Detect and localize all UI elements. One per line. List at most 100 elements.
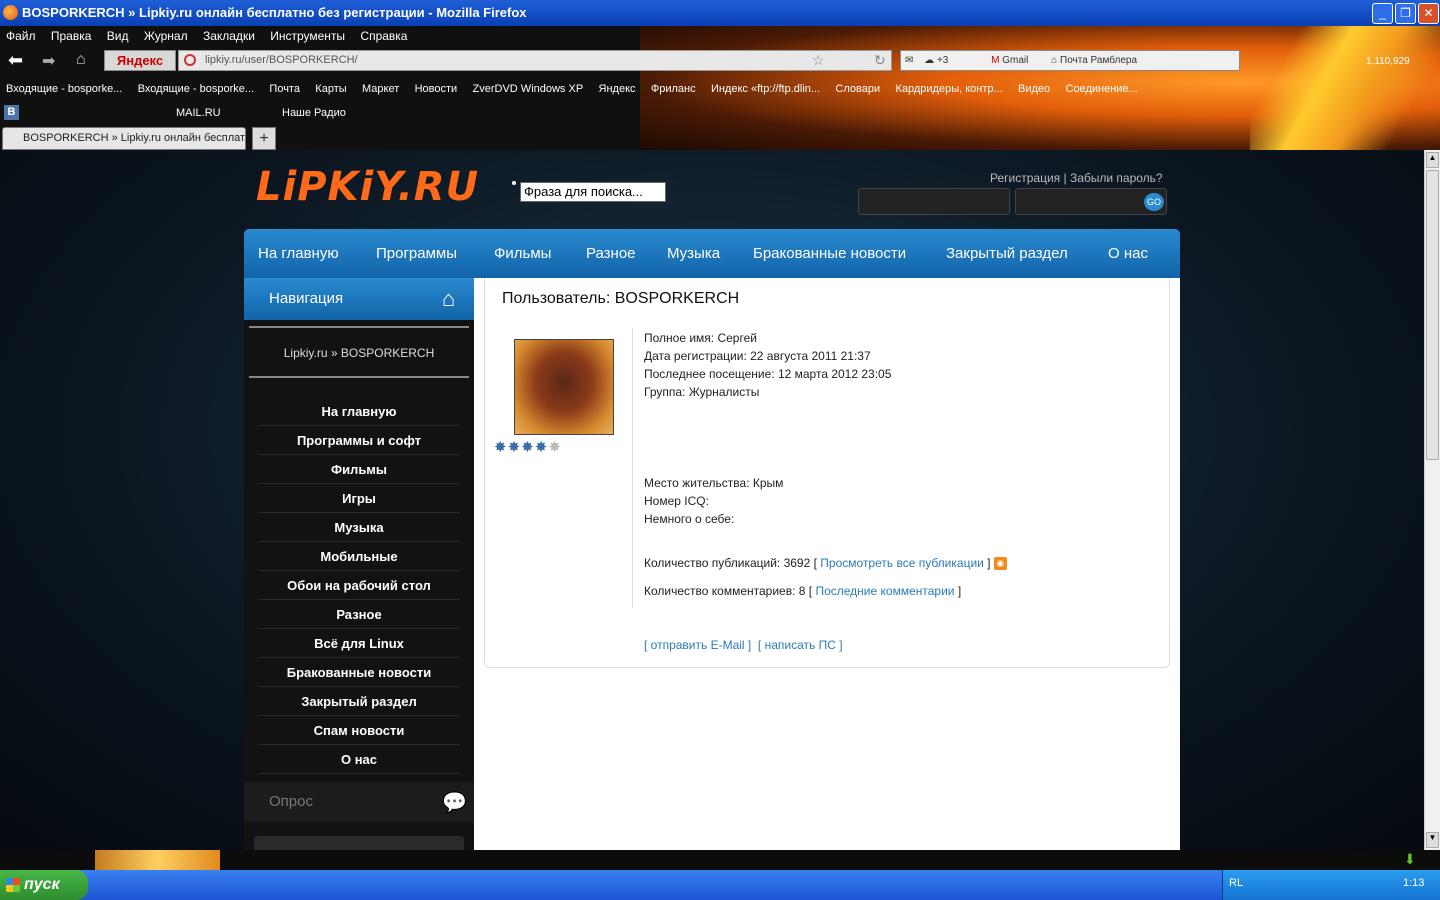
- browser-tab[interactable]: BOSPORKERCH » Lipkiy.ru онлайн бесплат..…: [2, 127, 246, 150]
- sidebar-item-linux[interactable]: Всё для Linux: [258, 629, 460, 658]
- radio-button[interactable]: Наше Радио: [282, 107, 346, 119]
- bookmark-item[interactable]: Карты: [315, 83, 346, 95]
- download-icon[interactable]: ⬇: [1404, 851, 1416, 868]
- bookmark-item[interactable]: Кардридеры, контр...: [895, 83, 1002, 95]
- menu-edit[interactable]: Правка: [51, 29, 92, 43]
- scroll-thumb[interactable]: [1426, 170, 1439, 460]
- last-comments-link[interactable]: Последние комментарии: [815, 584, 954, 598]
- sidebar-item-wallpapers[interactable]: Обои на рабочий стол: [258, 571, 460, 600]
- bookmark-item[interactable]: Входящие - bosporke...: [138, 83, 254, 95]
- rambler-label[interactable]: Почта Рамблера: [1060, 55, 1137, 66]
- bookmark-item[interactable]: Фриланс: [651, 83, 696, 95]
- bookmark-item[interactable]: Новости: [415, 83, 458, 95]
- bookmark-item[interactable]: Входящие - bosporke...: [6, 83, 122, 95]
- bookmark-item[interactable]: Яндекс: [599, 83, 636, 95]
- vk-icon[interactable]: B: [4, 105, 19, 120]
- profile-extra: Место жительства: Крым Номер ICQ: Немног…: [644, 474, 783, 528]
- home-icon[interactable]: ⌂: [442, 286, 455, 312]
- scroll-down-icon[interactable]: ▼: [1426, 832, 1439, 848]
- send-email-link[interactable]: [ отправить E-Mail ]: [644, 638, 751, 652]
- reload-icon[interactable]: ↻: [874, 52, 886, 69]
- forward-icon[interactable]: ➡: [42, 51, 55, 71]
- sidebar-item-home[interactable]: На главную: [258, 397, 460, 426]
- bookmark-item[interactable]: Словари: [835, 83, 880, 95]
- nav-misc[interactable]: Разное: [586, 245, 636, 262]
- url-bar[interactable]: lipkiy.ru/user/BOSPORKERCH/: [178, 50, 892, 71]
- breadcrumb[interactable]: Lipkiy.ru » BOSPORKERCH: [244, 346, 474, 360]
- gmail-label[interactable]: Gmail: [1002, 55, 1028, 66]
- menu-bookmarks[interactable]: Закладки: [203, 29, 255, 43]
- sidebar-item-about[interactable]: О нас: [258, 745, 460, 774]
- mailru-button[interactable]: MAIL.RU: [176, 107, 221, 119]
- nav-music[interactable]: Музыка: [667, 245, 720, 262]
- bookmark-item[interactable]: ZverDVD Windows XP: [473, 83, 584, 95]
- site-logo[interactable]: LiPKiY.RU: [256, 164, 479, 210]
- nav-closed[interactable]: Закрытый раздел: [946, 245, 1068, 262]
- browser-statusbar: ⬇: [0, 850, 1440, 870]
- sidebar-item-games[interactable]: Игры: [258, 484, 460, 513]
- divider: [249, 326, 469, 328]
- sidebar-item-films[interactable]: Фильмы: [258, 455, 460, 484]
- nav-home[interactable]: На главную: [258, 245, 339, 262]
- site-search-input[interactable]: Фраза для поиска...: [520, 182, 666, 202]
- firefox-icon: [3, 5, 18, 20]
- divider: [249, 376, 469, 378]
- browser-chrome: Файл Правка Вид Журнал Закладки Инструме…: [0, 26, 1440, 150]
- search-engine-button[interactable]: Яндекс: [104, 50, 176, 71]
- windows-logo-icon: [6, 878, 20, 892]
- envelope-icon[interactable]: ✉: [905, 55, 913, 66]
- view-pubs-link[interactable]: Просмотреть все публикации: [820, 556, 984, 570]
- bookmark-item[interactable]: Маркет: [362, 83, 399, 95]
- menu-tools[interactable]: Инструменты: [270, 29, 345, 43]
- profile-about: Немного о себе:: [644, 512, 735, 526]
- clock[interactable]: 1:13: [1403, 877, 1424, 889]
- menu-file[interactable]: Файл: [6, 29, 36, 43]
- sidebar-item-misc[interactable]: Разное: [258, 600, 460, 629]
- visit-counter: 1,110,929: [1366, 56, 1410, 67]
- bookmark-item[interactable]: Почта: [269, 83, 300, 95]
- home-icon[interactable]: ⌂: [76, 51, 86, 69]
- rss-icon[interactable]: ◉: [993, 557, 1007, 571]
- go-button[interactable]: GO: [1144, 193, 1164, 211]
- nav-about[interactable]: О нас: [1108, 245, 1148, 262]
- language-indicator[interactable]: RL: [1229, 877, 1243, 889]
- login-input[interactable]: [858, 188, 1010, 215]
- sidebar-title-text: Навигация: [269, 290, 344, 307]
- bookmark-item[interactable]: Видео: [1018, 83, 1050, 95]
- sidebar-item-closed[interactable]: Закрытый раздел: [258, 687, 460, 716]
- minimize-button[interactable]: _: [1372, 3, 1393, 24]
- profile-heading: Пользователь: BOSPORKERCH: [502, 290, 740, 307]
- sidebar-item-spam[interactable]: Спам новости: [258, 716, 460, 745]
- star-icon[interactable]: ☆: [812, 52, 825, 69]
- chat-bubble-icon: 💬: [442, 792, 467, 814]
- register-link[interactable]: Регистрация: [990, 171, 1060, 185]
- web-page: LiPKiY.RU Фраза для поиска... Регистраци…: [0, 150, 1424, 850]
- menu-help[interactable]: Справка: [360, 29, 407, 43]
- close-button[interactable]: ✕: [1418, 3, 1439, 24]
- auth-links: Регистрация | Забыли пароль?: [990, 171, 1163, 185]
- profile-info: Полное имя: Сергей Дата регистрации: 22 …: [644, 329, 891, 401]
- system-tray: RL 1:13: [1222, 870, 1440, 900]
- maximize-button[interactable]: ❐: [1395, 3, 1416, 24]
- send-pm-link[interactable]: [ написать ПС ]: [758, 638, 843, 652]
- sidebar-item-broken-news[interactable]: Бракованные новости: [258, 658, 460, 687]
- star-filled-icon: ✸: [507, 439, 522, 456]
- star-filled-icon: ✸: [494, 439, 508, 456]
- profile-actions: [ отправить E-Mail ] [ написать ПС ]: [644, 636, 843, 654]
- sidebar-item-music[interactable]: Музыка: [258, 513, 460, 542]
- forgot-password-link[interactable]: Забыли пароль?: [1070, 171, 1163, 185]
- bookmark-item[interactable]: Соединение...: [1066, 83, 1138, 95]
- sidebar-item-mobile[interactable]: Мобильные: [258, 542, 460, 571]
- vertical-scrollbar[interactable]: ▲ ▼: [1424, 150, 1440, 850]
- bookmark-item[interactable]: Индекс «ftp://ftp.dlin...: [711, 83, 820, 95]
- nav-programs[interactable]: Программы: [376, 245, 457, 262]
- menu-view[interactable]: Вид: [107, 29, 129, 43]
- profile-last-visit: Последнее посещение: 12 марта 2012 23:05: [644, 367, 892, 381]
- scroll-up-icon[interactable]: ▲: [1426, 152, 1439, 168]
- nav-films[interactable]: Фильмы: [494, 245, 551, 262]
- sidebar-item-programs[interactable]: Программы и софт: [258, 426, 460, 455]
- new-tab-button[interactable]: +: [252, 127, 276, 150]
- menu-history[interactable]: Журнал: [144, 29, 188, 43]
- nav-broken-news[interactable]: Бракованные новости: [753, 245, 906, 262]
- back-icon[interactable]: ⬅: [8, 50, 23, 71]
